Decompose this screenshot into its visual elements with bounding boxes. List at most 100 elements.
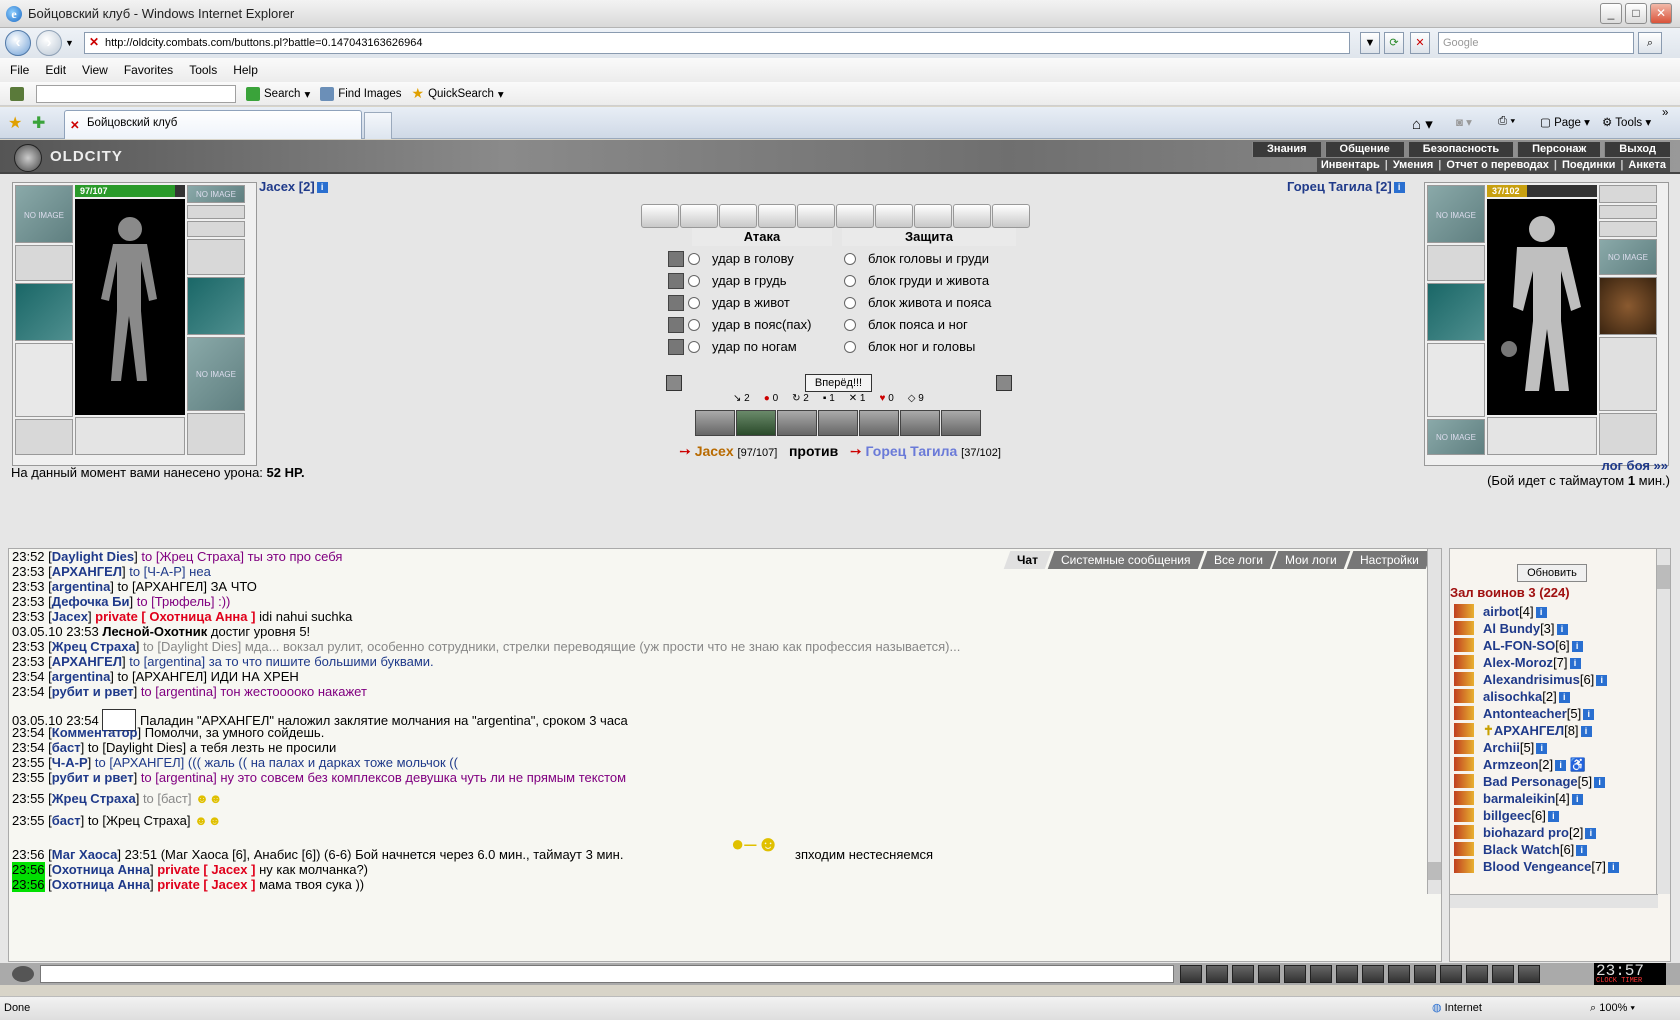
attack-option[interactable]: удар по ногам [668, 337, 797, 357]
tab-active[interactable]: ✕ Бойцовский клуб [64, 110, 362, 139]
scroll-slot[interactable] [875, 204, 913, 228]
menu-help[interactable]: Help [233, 63, 258, 77]
favorites-star-icon[interactable]: ★ [8, 113, 22, 133]
defense-option[interactable]: блок живота и пояса [844, 293, 991, 313]
private-arrow-icon[interactable] [1454, 689, 1474, 703]
trick-slot[interactable] [941, 410, 981, 436]
hit-toggle-icon[interactable] [668, 295, 684, 311]
user-item[interactable]: Archii[5] i [1454, 739, 1548, 756]
history-dropdown-icon[interactable]: ▼ [65, 38, 74, 48]
nav-fights[interactable]: Поединки [1562, 158, 1615, 172]
search-button[interactable]: Search ▾ [246, 86, 310, 101]
menu-edit[interactable]: Edit [45, 63, 66, 77]
opponent-gloves-slot[interactable]: NO IMAGE [1599, 239, 1657, 275]
nav-profile[interactable]: Анкета [1628, 158, 1666, 172]
filter-icon[interactable] [1232, 965, 1254, 983]
trick-slot[interactable] [818, 410, 858, 436]
chat-author[interactable]: Jacex [52, 609, 88, 624]
amulet-slot[interactable]: NO IMAGE [187, 185, 245, 203]
nav-transfers[interactable]: Отчет о переводах [1446, 158, 1549, 172]
scroll-slot[interactable] [758, 204, 796, 228]
user-item[interactable]: barmaleikin[4] i [1454, 790, 1583, 807]
menu-tools[interactable]: Tools [189, 63, 217, 77]
swords-icon[interactable] [666, 375, 682, 391]
chat-author[interactable]: АРХАНГЕЛ [52, 654, 122, 669]
forward-button[interactable]: › [36, 30, 62, 56]
rings-slot[interactable] [187, 221, 245, 237]
back-button[interactable]: ‹ [5, 30, 31, 56]
hit-toggle-icon[interactable] [668, 339, 684, 355]
attack-radio[interactable] [688, 297, 700, 309]
defense-radio[interactable] [844, 319, 856, 331]
translit-icon[interactable] [1284, 965, 1306, 983]
defense-radio[interactable] [844, 297, 856, 309]
private-arrow-icon[interactable] [1454, 825, 1474, 839]
clear-icon[interactable] [1206, 965, 1228, 983]
search-input[interactable]: Google [1438, 32, 1634, 54]
user-item[interactable]: Alexandrisimus[6] i [1454, 671, 1608, 688]
info-icon[interactable]: i [1596, 675, 1608, 686]
user-item[interactable]: Antonteacher[5] i [1454, 705, 1595, 722]
menu-file[interactable]: File [10, 63, 29, 77]
bracer-slot[interactable] [15, 245, 73, 281]
users-scrollbar[interactable] [1656, 549, 1670, 894]
user-item[interactable]: airbot[4] i [1454, 603, 1547, 620]
tools-menu[interactable]: ⚙ Tools ▾ [1602, 115, 1651, 129]
attack-radio[interactable] [688, 275, 700, 287]
map-icon[interactable] [1492, 965, 1514, 983]
scroll-slot[interactable] [641, 204, 679, 228]
close-button[interactable]: ✕ [1650, 3, 1672, 24]
nav-communication[interactable]: Общение [1324, 142, 1404, 157]
chat-author[interactable]: argentina [52, 669, 111, 684]
info-icon[interactable]: i [1558, 692, 1570, 703]
private-arrow-icon[interactable] [1454, 672, 1474, 686]
info-icon[interactable]: i [316, 182, 328, 193]
hit-toggle-icon[interactable] [668, 317, 684, 333]
chat-author[interactable]: АРХАНГЕЛ [52, 564, 122, 579]
tab-all-logs[interactable]: Все логи [1200, 551, 1276, 569]
find-images-button[interactable]: Find Images [320, 86, 402, 101]
nav-exit[interactable]: Выход [1604, 142, 1670, 157]
chat-settings-icon[interactable] [1388, 965, 1410, 983]
chat-author[interactable]: баст [52, 813, 81, 828]
private-arrow-icon[interactable] [1454, 791, 1474, 805]
attack-option[interactable]: удар в живот [668, 293, 790, 313]
trick-slot[interactable] [736, 410, 776, 436]
chat-author[interactable]: Ч-А-Р [52, 755, 88, 770]
scroll-slot[interactable] [719, 204, 757, 228]
bag-icon[interactable] [1440, 965, 1462, 983]
opponent-rings-slot[interactable] [1599, 221, 1657, 237]
attack-radio[interactable] [688, 341, 700, 353]
info-icon[interactable]: i [1607, 862, 1619, 873]
armor-slot[interactable] [15, 343, 73, 417]
gloves-slot[interactable] [187, 239, 245, 275]
site-logo[interactable]: OLDCITY [8, 142, 128, 172]
hit-toggle-icon[interactable] [668, 273, 684, 289]
chat-author[interactable]: Маг Хаоса [52, 847, 118, 862]
chat-author[interactable]: Охотница Анна [52, 862, 150, 877]
attack-option[interactable]: удар в грудь [668, 271, 787, 291]
info-icon[interactable]: i [1585, 828, 1597, 839]
chat-author[interactable]: Дефочка Би [52, 594, 130, 609]
nav-skills[interactable]: Умения [1393, 158, 1433, 172]
chat-author[interactable]: Охотница Анна [52, 877, 150, 892]
user-item[interactable]: Alex-Moroz[7] i [1454, 654, 1581, 671]
trick-slot[interactable] [777, 410, 817, 436]
refresh-button[interactable]: Обновить [1517, 564, 1587, 582]
info-icon[interactable]: i [1571, 794, 1583, 805]
forward-attack-button[interactable]: Вперёд!!! [805, 374, 872, 392]
opponent-armor-slot[interactable] [1427, 343, 1485, 417]
refresh-icon[interactable]: ⟳ [1384, 32, 1404, 54]
chat-author[interactable]: Комментатор [52, 725, 138, 740]
user-item[interactable]: Blood Vengeance[7] i [1454, 858, 1619, 875]
nav-character[interactable]: Персонаж [1517, 142, 1601, 157]
toolbar-options-icon[interactable] [10, 86, 24, 101]
scroll-slot[interactable] [953, 204, 991, 228]
scroll-slot[interactable] [680, 204, 718, 228]
menu-favorites[interactable]: Favorites [124, 63, 173, 77]
user-item[interactable]: AL-FON-SO[6] i [1454, 637, 1583, 654]
users-hscrollbar[interactable] [1450, 894, 1658, 908]
scroll-slot[interactable] [992, 204, 1030, 228]
chat-author[interactable]: Жрец Страха [52, 791, 136, 806]
smiles-icon[interactable] [1362, 965, 1384, 983]
